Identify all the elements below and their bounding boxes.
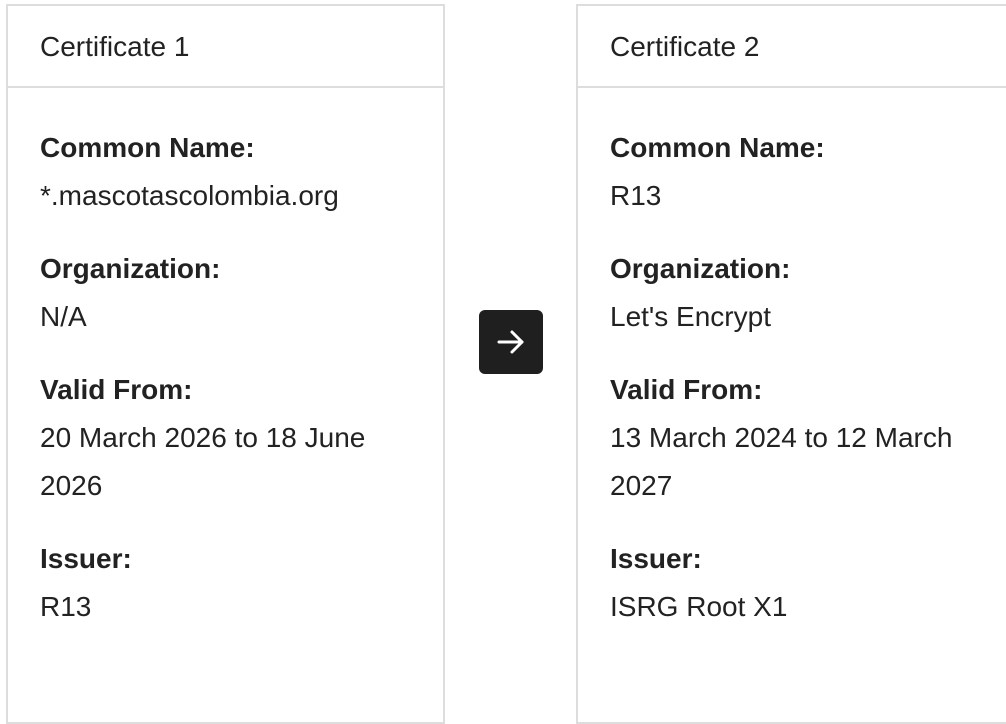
organization-value: Let's Encrypt bbox=[610, 301, 771, 332]
common-name-label: Common Name: bbox=[610, 132, 825, 163]
arrow-right-icon bbox=[497, 330, 524, 354]
certificate-card-1: Certificate 1 Common Name: *.mascotascol… bbox=[6, 4, 445, 724]
organization-field: Organization: Let's Encrypt bbox=[610, 245, 981, 341]
common-name-field: Common Name: *.mascotascolombia.org bbox=[40, 124, 411, 220]
common-name-value: R13 bbox=[610, 180, 662, 211]
issuer-value: ISRG Root X1 bbox=[610, 591, 788, 622]
certificate-details: Common Name: *.mascotascolombia.org Orga… bbox=[8, 88, 443, 631]
issuer-field: Issuer: R13 bbox=[40, 535, 411, 631]
valid-from-value: 20 March 2026 to 18 June 2026 bbox=[40, 422, 366, 501]
common-name-value: *.mascotascolombia.org bbox=[40, 180, 339, 211]
common-name-label: Common Name: bbox=[40, 132, 255, 163]
chain-arrow-button[interactable] bbox=[479, 310, 543, 374]
valid-from-label: Valid From: bbox=[610, 374, 763, 405]
issuer-value: R13 bbox=[40, 591, 92, 622]
valid-from-value: 13 March 2024 to 12 March 2027 bbox=[610, 422, 953, 501]
organization-label: Organization: bbox=[40, 253, 221, 284]
certificate-details: Common Name: R13 Organization: Let's Enc… bbox=[578, 88, 1006, 631]
issuer-label: Issuer: bbox=[40, 543, 132, 574]
organization-field: Organization: N/A bbox=[40, 245, 411, 341]
organization-label: Organization: bbox=[610, 253, 791, 284]
certificate-title: Certificate 2 bbox=[578, 6, 1006, 88]
valid-from-field: Valid From: 13 March 2024 to 12 March 20… bbox=[610, 366, 981, 510]
certificate-card-2: Certificate 2 Common Name: R13 Organizat… bbox=[576, 4, 1006, 724]
common-name-field: Common Name: R13 bbox=[610, 124, 981, 220]
certificate-title: Certificate 1 bbox=[8, 6, 443, 88]
valid-from-field: Valid From: 20 March 2026 to 18 June 202… bbox=[40, 366, 411, 510]
issuer-field: Issuer: ISRG Root X1 bbox=[610, 535, 981, 631]
organization-value: N/A bbox=[40, 301, 87, 332]
issuer-label: Issuer: bbox=[610, 543, 702, 574]
valid-from-label: Valid From: bbox=[40, 374, 193, 405]
